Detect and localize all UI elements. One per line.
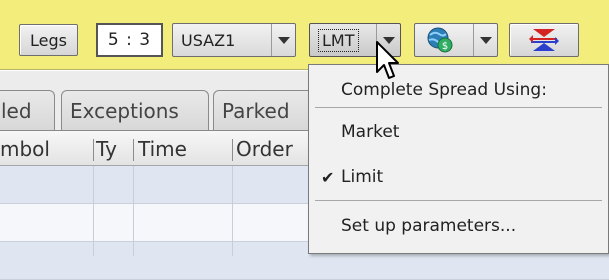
tab-filled[interactable]: led [0, 90, 55, 130]
checkmark-icon: ✔ [321, 167, 335, 187]
chevron-down-icon[interactable] [473, 24, 497, 56]
menu-item-label: Limit [341, 167, 384, 187]
tab-parked[interactable]: Parked [213, 90, 313, 130]
swap-arrows-icon [529, 29, 559, 51]
column-divider[interactable] [133, 139, 134, 161]
symbol-dropdown[interactable]: USAZ1 [172, 23, 296, 57]
column-header-type[interactable]: Ty [96, 131, 132, 167]
column-gridline [133, 166, 134, 256]
menu-item-label: Market [341, 122, 400, 142]
chevron-down-icon[interactable] [271, 24, 295, 56]
symbol-value: USAZ1 [181, 30, 236, 50]
menu-item-limit[interactable]: ✔ Limit [309, 162, 608, 192]
menu-header: Complete Spread Using: [341, 80, 547, 100]
swap-legs-button[interactable] [509, 23, 579, 57]
menu-divider [315, 200, 602, 201]
order-type-menu: Complete Spread Using: Market ✔ Limit Se… [308, 64, 609, 254]
tab-exceptions[interactable]: Exceptions [61, 90, 209, 130]
column-divider[interactable] [232, 139, 233, 161]
column-gridline [232, 166, 233, 256]
menu-item-label: Set up parameters... [341, 216, 517, 236]
menu-divider [315, 107, 602, 108]
svg-text:$: $ [442, 41, 448, 52]
column-header-time[interactable]: Time [138, 131, 234, 167]
column-header-symbol[interactable]: mbol [0, 131, 93, 167]
column-gridline [93, 166, 94, 256]
menu-item-market[interactable]: Market [309, 117, 608, 147]
globe-dollar-icon: $ [427, 27, 453, 53]
legs-button[interactable]: Legs [19, 24, 78, 56]
column-header-order[interactable]: Order [236, 131, 316, 167]
order-toolbar: Legs 5 : 3 USAZ1 LMT $ [0, 0, 609, 70]
currency-dropdown[interactable]: $ [414, 23, 498, 57]
mouse-pointer-icon [376, 41, 399, 79]
order-type-value: LMT [318, 28, 359, 52]
column-divider[interactable] [93, 139, 94, 161]
ratio-field[interactable]: 5 : 3 [96, 23, 163, 57]
menu-item-setup-parameters[interactable]: Set up parameters... [309, 211, 608, 241]
